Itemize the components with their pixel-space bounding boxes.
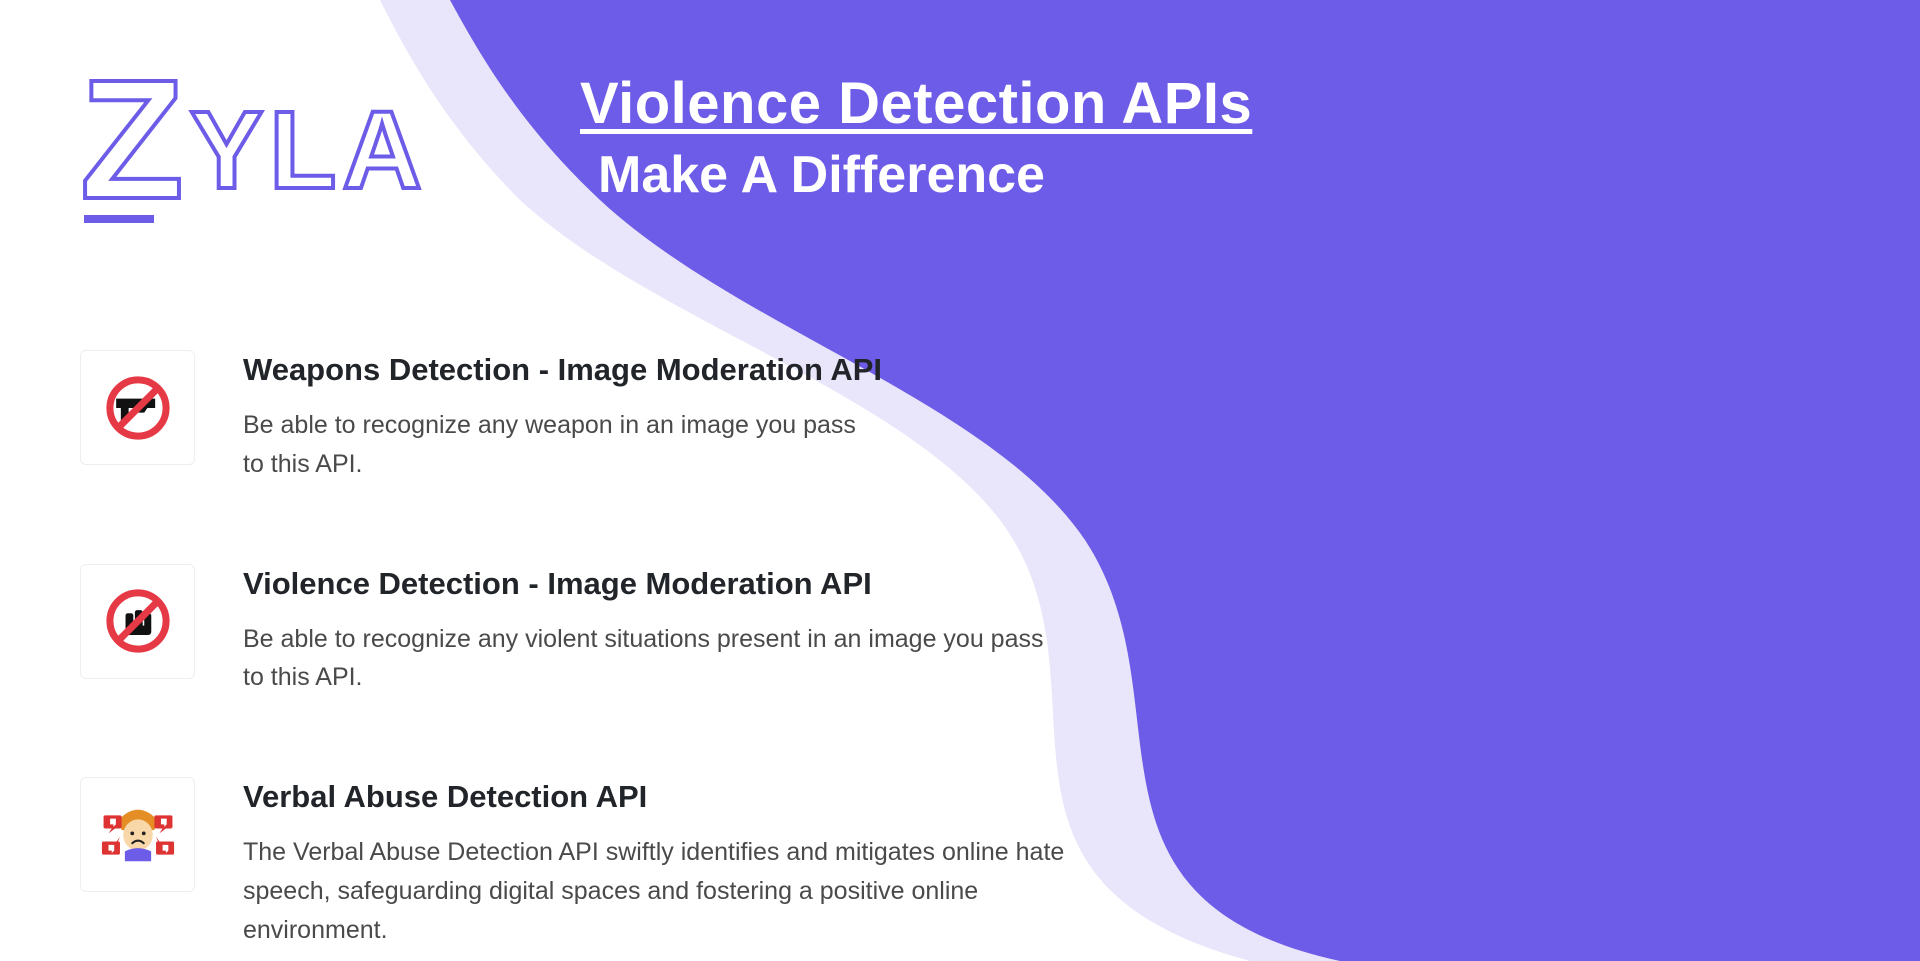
item-title: Weapons Detection - Image Moderation API <box>243 352 883 388</box>
list-item: Violence Detection - Image Moderation AP… <box>80 564 1123 698</box>
hero-section: Violence Detection APIs Make A Differenc… <box>580 70 1252 205</box>
item-title: Violence Detection - Image Moderation AP… <box>243 566 1063 602</box>
list-item: Verbal Abuse Detection API The Verbal Ab… <box>80 777 1123 949</box>
item-description: Be able to recognize any violent situati… <box>243 620 1063 698</box>
list-item: Weapons Detection - Image Moderation API… <box>80 350 1123 484</box>
logo-letter-z: Z <box>80 55 190 225</box>
item-description: Be able to recognize any weapon in an im… <box>243 406 883 484</box>
hero-subtitle: Make A Difference <box>598 145 1252 205</box>
verbal-abuse-icon <box>80 777 195 892</box>
hero-title: Violence Detection APIs <box>580 70 1252 137</box>
item-body: Verbal Abuse Detection API The Verbal Ab… <box>243 777 1123 949</box>
brand-logo: ZYLA <box>80 55 428 223</box>
item-body: Weapons Detection - Image Moderation API… <box>243 350 883 484</box>
api-list: Weapons Detection - Image Moderation API… <box>80 350 1123 949</box>
no-weapon-icon <box>80 350 195 465</box>
item-description: The Verbal Abuse Detection API swiftly i… <box>243 833 1123 949</box>
item-title: Verbal Abuse Detection API <box>243 779 1123 815</box>
logo-letters-rest: YLA <box>190 96 428 206</box>
no-violence-icon <box>80 564 195 679</box>
item-body: Violence Detection - Image Moderation AP… <box>243 564 1063 698</box>
